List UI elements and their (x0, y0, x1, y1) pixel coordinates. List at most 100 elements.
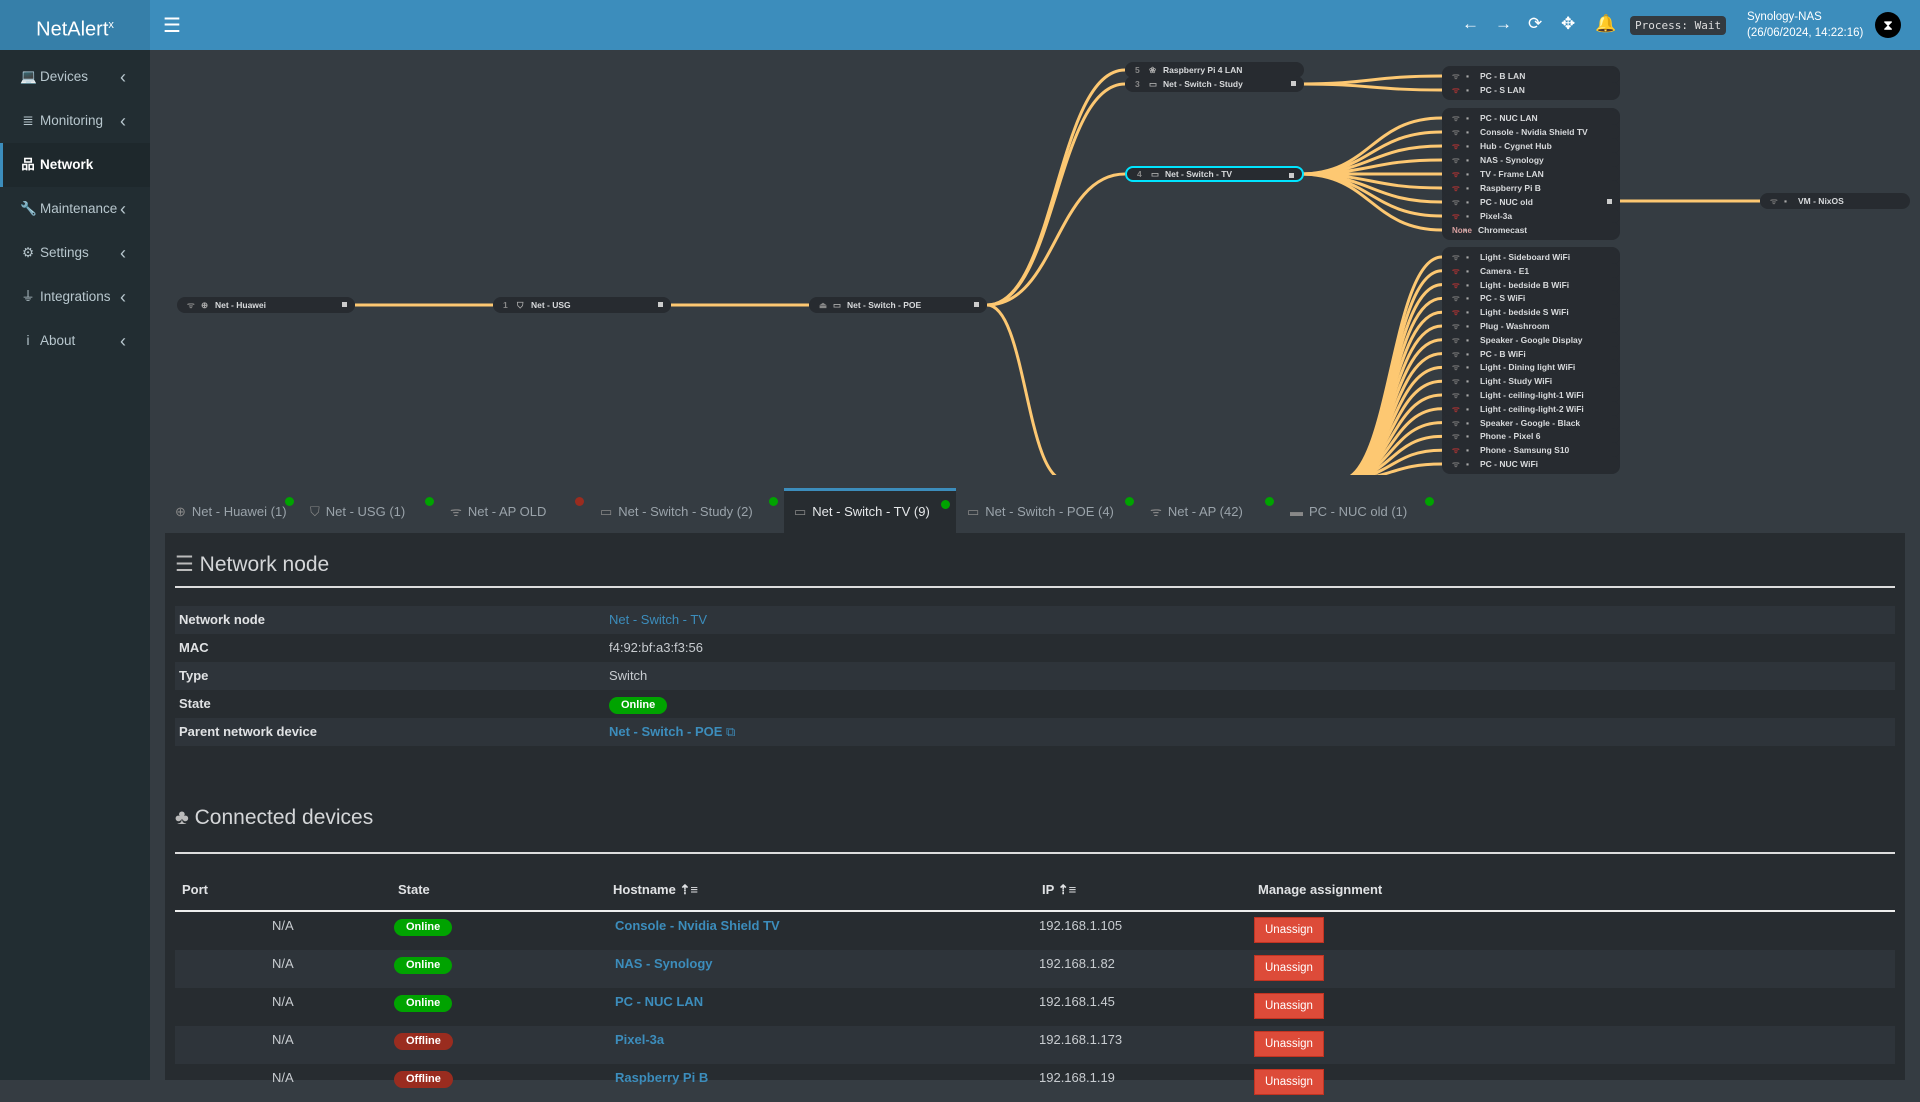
sidebar: 💻 Devices ‹ ≣ Monitoring ‹ 品 Network 🔧 Maintenanc… (0, 50, 150, 1080)
sidebar-item-settings[interactable]: ⚙ Settings ‹ (0, 231, 150, 275)
bell-icon[interactable]: 🔔 (1595, 14, 1616, 34)
ip-cell: 192.168.1.173 (1039, 1032, 1123, 1047)
tree-node[interactable]: ᯤ ▪ PC - NUC WiFi (1442, 456, 1620, 472)
sync-icon[interactable]: ⟳ (1528, 14, 1542, 34)
expand-handle[interactable] (1289, 173, 1294, 178)
arrow-left-icon[interactable]: ← (1462, 14, 1479, 34)
port-cell: N/A (272, 956, 294, 971)
sidebar-item-maintenance[interactable]: 🔧 Maintenance ‹ (0, 187, 150, 231)
col-hostname[interactable]: Hostname ⇡≡ (613, 882, 698, 898)
tab-label: Net - Switch - POE (4) (985, 504, 1114, 519)
col-state[interactable]: State (398, 882, 430, 897)
tree-link (986, 303, 1058, 475)
status-badge: Offline (394, 1033, 453, 1050)
unassign-button[interactable]: Unassign (1254, 955, 1324, 981)
divider (175, 852, 1895, 854)
sidebar-item-monitoring[interactable]: ≣ Monitoring ‹ (0, 99, 150, 143)
avatar[interactable]: ⧗ (1875, 12, 1901, 38)
node-info-label: State (179, 696, 211, 711)
expand-handle[interactable] (1607, 199, 1612, 204)
tree-node[interactable]: ⏏ ▭ Net - Switch - POE (809, 297, 987, 313)
network-tabs: ⊕ Net - Huawei (1) ⛉ Net - USG (1) ᯤ Net - AP… (165, 488, 1905, 533)
external-link-icon[interactable]: ⧉ (722, 724, 735, 739)
port-cell: N/A (272, 1032, 294, 1047)
unassign-button[interactable]: Unassign (1254, 1031, 1324, 1057)
ip-cell: 192.168.1.82 (1039, 956, 1115, 971)
expand-handle[interactable] (1291, 81, 1296, 86)
laptop-icon: 💻 (20, 69, 37, 84)
tree-link (1352, 338, 1443, 475)
hostname-link[interactable]: NAS - Synology (615, 956, 713, 971)
expand-handle[interactable] (658, 302, 663, 307)
tab-net-huawei-1-[interactable]: ⊕ Net - Huawei (1) (165, 488, 300, 533)
status-badge: Online (394, 957, 453, 974)
tab-net-ap-42-[interactable]: ᯤ Net - AP (42) (1140, 488, 1280, 533)
network-icon: 品 (21, 157, 35, 172)
expand-handle[interactable] (342, 302, 347, 307)
tree-node-label: Hub - Cygnet Hub (1480, 141, 1552, 151)
tree-link (986, 68, 1126, 307)
node-info-text[interactable]: Net - Switch - POE (609, 724, 722, 739)
logo-text: NetAlert (36, 18, 109, 41)
tree-node-label: Light - Sideboard WiFi (1480, 252, 1571, 262)
tab-net-switch-study-2-[interactable]: ▭ Net - Switch - Study (2) (590, 488, 784, 533)
switch-icon: ▭ (967, 504, 980, 519)
server-icon: ☰ (175, 553, 194, 576)
port-cell: N/A (272, 918, 294, 933)
device-type-icon: ▪ (1784, 196, 1788, 206)
expand-handle[interactable] (974, 302, 979, 307)
tab-net-usg-1-[interactable]: ⛉ Net - USG (1) (300, 488, 440, 533)
tree-link (986, 82, 1126, 307)
node-info-value: Switch (609, 662, 647, 690)
wifi-icon: ᯤ (1452, 459, 1460, 469)
status-dot (941, 500, 950, 509)
node-info-value[interactable]: Net - Switch - POE ⧉ (609, 718, 735, 746)
node-info-row: Type Switch (175, 662, 1895, 690)
col-ip[interactable]: IP ⇡≡ (1042, 882, 1076, 898)
node-info-row: State Online (175, 690, 1895, 718)
tree-node-label: PC - B LAN (1480, 71, 1526, 81)
col-manage: Manage assignment (1258, 882, 1383, 897)
sidebar-item-integrations[interactable]: ⏚ Integrations ‹ (0, 275, 150, 319)
device-type-icon: ▭ (1151, 169, 1160, 179)
status-dot (425, 497, 434, 506)
tree-node-label: Light - ceiling-light-2 WiFi (1480, 403, 1584, 414)
tab-pc-nuc-old-1-[interactable]: ▬ PC - NUC old (1) (1280, 488, 1440, 533)
tree-node[interactable]: ᯤ ▪ VM - NixOS (1760, 193, 1910, 209)
app-logo[interactable]: NetAlertx (0, 0, 150, 50)
hostname-link[interactable]: Console - Nvidia Shield TV (615, 918, 780, 933)
tree-node[interactable]: ᯤ ▪ PC - S LAN (1442, 82, 1620, 98)
tab-net-switch-tv-9-[interactable]: ▭ Net - Switch - TV (9) (784, 488, 956, 533)
status-badge: Online (394, 995, 453, 1012)
arrow-right-icon[interactable]: → (1495, 14, 1512, 34)
tree-node-label: VM - NixOS (1798, 196, 1844, 206)
tree-node[interactable]: 1 ⛉ Net - USG (493, 297, 671, 313)
wifi-icon: ᯤ (450, 504, 462, 519)
node-info-value[interactable]: Net - Switch - TV (609, 606, 707, 634)
col-port[interactable]: Port (182, 882, 208, 897)
tree-links (355, 68, 1760, 475)
unassign-button[interactable]: Unassign (1254, 1069, 1324, 1095)
tree-node[interactable]: 4 ▭ Net - Switch - TV (1125, 166, 1304, 182)
info-icon: i (26, 333, 30, 348)
unassign-button[interactable]: Unassign (1254, 993, 1324, 1019)
unassign-button[interactable]: Unassign (1254, 917, 1324, 943)
sidebar-item-label: Network (40, 157, 94, 172)
hostname-link[interactable]: Pixel-3a (615, 1032, 664, 1047)
sidebar-item-about[interactable]: i About ‹ (0, 319, 150, 363)
tab-net-switch-poe-4-[interactable]: ▭ Net - Switch - POE (4) (957, 488, 1140, 533)
connected-devices-title: Connected devices (194, 806, 374, 829)
tree-node-label: Light - ceiling-light-1 WiFi (1480, 390, 1584, 400)
node-info-text[interactable]: Net - Switch - TV (609, 612, 707, 627)
tree-node[interactable]: None▪ Chromecast (1442, 222, 1620, 238)
hamburger-icon[interactable]: ☰ (163, 13, 181, 38)
tree-node[interactable]: 3 ▭ Net - Switch - Study (1125, 76, 1304, 92)
tab-net-ap-old[interactable]: ᯤ Net - AP OLD (440, 488, 590, 533)
sidebar-item-network[interactable]: 品 Network (0, 143, 150, 187)
tree-node[interactable]: ᯤ ⊕ Net - Huawei (177, 297, 355, 313)
hostname-link[interactable]: PC - NUC LAN (615, 994, 703, 1009)
move-icon[interactable]: ✥ (1561, 14, 1575, 34)
hostname-link[interactable]: Raspberry Pi B (615, 1070, 708, 1085)
chevron-left-icon: ‹ (120, 331, 126, 351)
sidebar-item-devices[interactable]: 💻 Devices ‹ (0, 55, 150, 99)
